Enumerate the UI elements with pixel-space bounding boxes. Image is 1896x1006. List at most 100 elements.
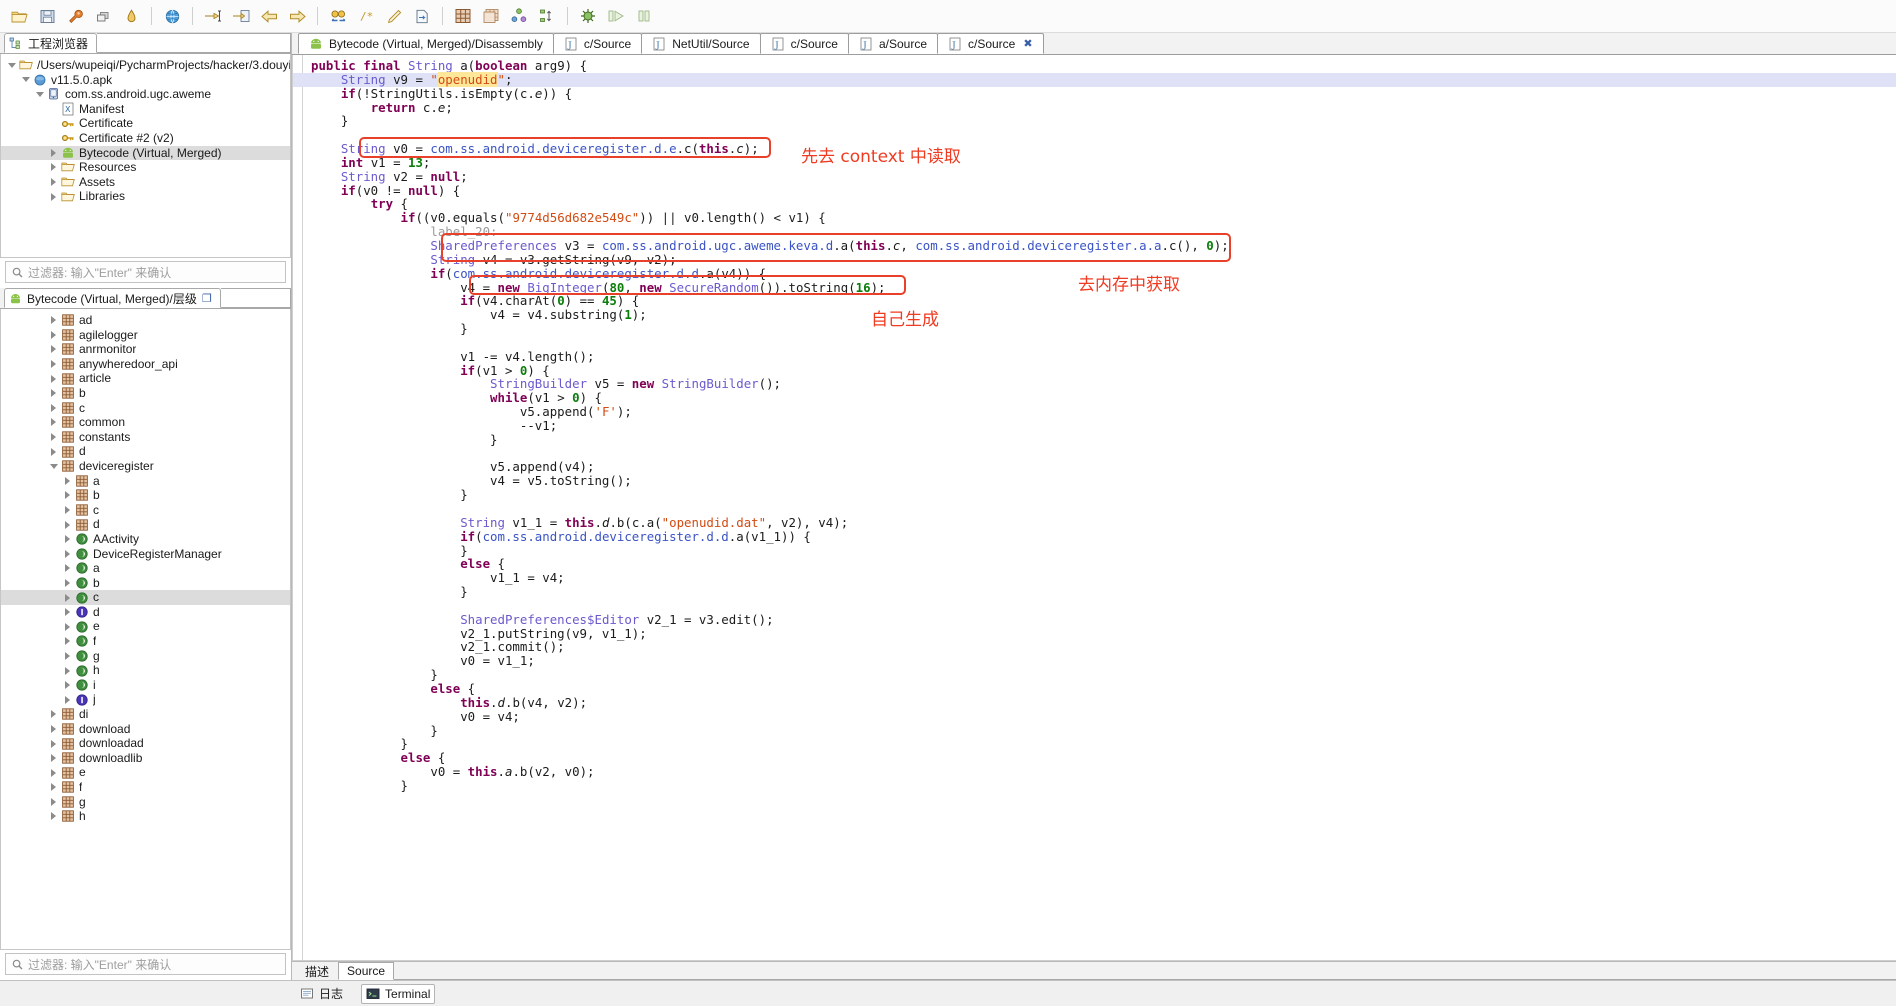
chevron-right-icon[interactable] [47, 812, 60, 821]
chevron-right-icon[interactable] [61, 622, 74, 631]
project-filter-input[interactable]: 过滤器: 输入"Enter" 来确认 [5, 261, 286, 283]
hierarchy-tree-container[interactable]: ad agilelogger anrmonitor anywheredoor_api a… [0, 309, 291, 950]
comment-icon[interactable]: /* [353, 4, 379, 28]
tree-row[interactable]: downloadad [1, 736, 290, 751]
editor-tab[interactable]: Bytecode (Virtual, Merged)/Disassembly [298, 33, 554, 54]
tree-row[interactable]: d [1, 605, 290, 620]
tree-row[interactable]: Certificate [1, 116, 290, 131]
tree-row[interactable]: agilelogger [1, 328, 290, 343]
tree-row[interactable]: X Manifest [1, 102, 290, 117]
table-alt-icon[interactable] [478, 4, 504, 28]
chevron-right-icon[interactable] [47, 330, 60, 339]
tree-row[interactable]: anrmonitor [1, 342, 290, 357]
tree-row[interactable]: e [1, 619, 290, 634]
wrench-icon[interactable] [62, 4, 88, 28]
tree-row[interactable]: c [1, 401, 290, 416]
tree-row[interactable]: article [1, 371, 290, 386]
tree-row[interactable]: /Users/wupeiqi/PycharmProjects/hacker/3.… [1, 58, 290, 73]
rename-icon[interactable] [325, 4, 351, 28]
chevron-right-icon[interactable] [61, 681, 74, 690]
chevron-right-icon[interactable] [47, 316, 60, 325]
export-icon[interactable] [409, 4, 435, 28]
chevron-right-icon[interactable] [47, 724, 60, 733]
chevron-right-icon[interactable] [61, 695, 74, 704]
chevron-right-icon[interactable] [47, 360, 60, 369]
chevron-down-icon[interactable] [5, 62, 18, 68]
tree-row[interactable]: g [1, 649, 290, 664]
tree-row[interactable]: Bytecode (Virtual, Merged) [1, 145, 290, 161]
graph-icon[interactable] [506, 4, 532, 28]
chevron-down-icon[interactable] [47, 463, 60, 469]
tree-row[interactable]: d [1, 517, 290, 532]
tree-row[interactable]: h [1, 663, 290, 678]
tree-row[interactable]: constants [1, 430, 290, 445]
chevron-right-icon[interactable] [47, 447, 60, 456]
tree-row[interactable]: c [1, 503, 290, 518]
editor-subtab[interactable]: Source [338, 962, 395, 980]
tree-row[interactable]: Libraries [1, 189, 290, 204]
tree-row[interactable]: com.ss.android.ugc.aweme [1, 87, 290, 102]
windows-icon[interactable] [90, 4, 116, 28]
tree-row[interactable]: ad [1, 313, 290, 328]
chevron-down-icon[interactable] [19, 77, 32, 83]
table-icon[interactable] [450, 4, 476, 28]
chevron-right-icon[interactable] [47, 178, 60, 187]
tree-row[interactable]: g [1, 795, 290, 810]
tree-row[interactable]: f [1, 780, 290, 795]
chevron-right-icon[interactable] [47, 710, 60, 719]
tree-row[interactable]: b [1, 488, 290, 503]
open-folder-icon[interactable] [6, 4, 32, 28]
run-icon[interactable] [603, 4, 629, 28]
status-bar-item[interactable]: 日志 [296, 983, 347, 1004]
chevron-right-icon[interactable] [47, 148, 60, 157]
tree-row[interactable]: j [1, 692, 290, 707]
tree-row[interactable]: Certificate #2 (v2) [1, 131, 290, 146]
debug-bug-icon[interactable] [575, 4, 601, 28]
tree-row[interactable]: common [1, 415, 290, 430]
tree-row[interactable]: Resources [1, 160, 290, 175]
forward-arrow-icon[interactable] [284, 4, 310, 28]
tree-row[interactable]: a [1, 474, 290, 489]
tree-row[interactable]: anywheredoor_api [1, 357, 290, 372]
editor-tab[interactable]: Jc/Source ✖ [937, 33, 1044, 54]
chevron-right-icon[interactable] [61, 608, 74, 617]
tab-project-browser[interactable]: 工程浏览器 [4, 33, 98, 53]
tree-row[interactable]: e [1, 765, 290, 780]
chevron-right-icon[interactable] [61, 564, 74, 573]
chevron-right-icon[interactable] [47, 418, 60, 427]
chevron-right-icon[interactable] [61, 491, 74, 500]
close-icon[interactable]: ✖ [1023, 37, 1032, 50]
tree-row[interactable]: i [1, 678, 290, 693]
tree-row[interactable]: AActivity [1, 532, 290, 547]
chevron-right-icon[interactable] [61, 535, 74, 544]
chevron-right-icon[interactable] [47, 192, 60, 201]
chevron-right-icon[interactable] [47, 403, 60, 412]
chevron-right-icon[interactable] [61, 666, 74, 675]
hierarchy-icon[interactable] [534, 4, 560, 28]
editor-tab[interactable]: Ja/Source [847, 33, 938, 54]
chevron-right-icon[interactable] [61, 593, 74, 602]
save-icon[interactable] [34, 4, 60, 28]
tree-row[interactable]: a [1, 561, 290, 576]
code-view[interactable]: public final String a(boolean arg9) { St… [292, 55, 1896, 961]
pause-icon[interactable] [631, 4, 657, 28]
tree-row[interactable]: b [1, 386, 290, 401]
editor-subtab[interactable]: 描述 [296, 962, 338, 980]
chevron-right-icon[interactable] [47, 374, 60, 383]
tree-row[interactable]: h [1, 809, 290, 824]
chevron-right-icon[interactable] [47, 754, 60, 763]
tab-hierarchy[interactable]: Bytecode (Virtual, Merged)/层级 ❐ [4, 288, 221, 308]
chevron-right-icon[interactable] [47, 433, 60, 442]
globe-icon[interactable] [159, 4, 185, 28]
editor-tab[interactable]: J NetUtil/Source [641, 33, 761, 54]
hierarchy-filter-input[interactable]: 过滤器: 输入"Enter" 来确认 [5, 953, 286, 975]
tree-row[interactable]: downloadlib [1, 751, 290, 766]
tree-row[interactable]: Assets [1, 175, 290, 190]
tree-row[interactable]: v11.5.0.apk [1, 73, 290, 88]
chevron-right-icon[interactable] [61, 549, 74, 558]
chevron-down-icon[interactable] [33, 91, 46, 97]
goto-icon[interactable] [200, 4, 226, 28]
warning-icon[interactable] [118, 4, 144, 28]
tree-row[interactable]: b [1, 576, 290, 591]
chevron-right-icon[interactable] [61, 506, 74, 515]
